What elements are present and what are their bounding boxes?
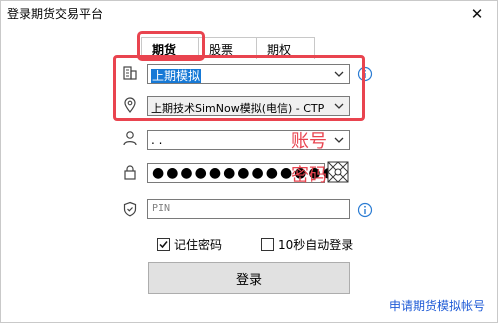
window-title: 登录期货交易平台	[7, 7, 104, 21]
password-annotation: 密码	[291, 165, 327, 186]
account-value: . .	[151, 133, 163, 147]
lock-icon	[122, 164, 138, 180]
auto-login-checkbox[interactable]: 10秒自动登录	[261, 236, 353, 252]
info-icon[interactable]	[357, 202, 373, 218]
account-annotation: 账号	[291, 131, 327, 152]
title-bar: 登录期货交易平台 ✕	[1, 1, 497, 27]
remember-password-label: 记住密码	[174, 237, 223, 252]
auto-login-box	[261, 237, 274, 251]
apply-simulation-account-link[interactable]: 申请期货模拟帐号	[389, 297, 485, 314]
close-button[interactable]: ✕	[457, 1, 497, 27]
shield-icon	[122, 201, 138, 217]
pin-placeholder: PIN	[152, 203, 171, 214]
server-highlight-box	[113, 55, 365, 121]
remember-password-box	[157, 237, 170, 251]
login-window: 登录期货交易平台 ✕ 期货 股票 期权 上期模拟 上期技术SimNow模拟(电信…	[0, 0, 498, 323]
login-button-label: 登录	[235, 272, 262, 288]
auto-login-label: 10秒自动登录	[278, 237, 354, 252]
close-icon: ✕	[470, 5, 484, 23]
pin-input[interactable]: PIN	[147, 199, 350, 219]
user-icon	[122, 130, 138, 146]
chevron-down-icon	[333, 134, 345, 146]
remember-password-checkbox[interactable]: 记住密码	[157, 236, 222, 252]
show-password-icon[interactable]	[327, 161, 349, 183]
login-button[interactable]: 登录	[148, 262, 350, 294]
